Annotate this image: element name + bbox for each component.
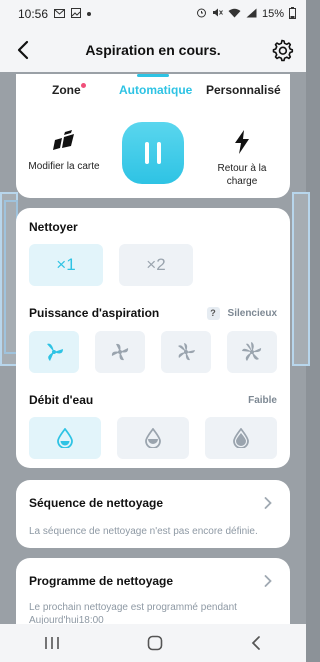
clean-heading: Nettoyer [29,220,78,234]
water-flow-value: Faible [248,395,277,406]
schedule-title: Programme de nettoyage [29,574,174,588]
suction-standard-option[interactable] [95,331,145,373]
water-drop-low-icon [57,428,73,448]
status-bar: 10:56 15% [0,0,306,28]
notification-dot-icon [87,12,92,16]
water-drop-high-icon [233,428,249,448]
system-nav-bar [0,624,306,662]
water-low-option[interactable] [29,417,101,459]
status-time: 10:56 [18,7,49,21]
suction-quiet-option[interactable] [29,331,79,373]
edit-map-button[interactable]: Modifier la carte [24,130,104,173]
back-nav-icon[interactable] [250,636,262,650]
clean-once-label: ×1 [56,255,76,274]
zone-notification-dot [81,83,86,88]
alarm-icon [196,7,207,21]
suction-max-option[interactable] [227,331,277,373]
chevron-right-icon [264,497,272,509]
battery-icon [289,6,296,22]
pause-icon [145,142,149,164]
tab-custom[interactable]: Personnalisé [206,83,281,97]
water-high-option[interactable] [205,417,277,459]
suction-heading: Puissance d'aspiration [29,306,160,320]
return-to-dock-label: Retour à la charge [217,163,267,187]
clean-twice-option[interactable]: ×2 [119,244,193,286]
page-title: Aspiration en cours. [85,42,221,58]
map-room [292,192,310,366]
water-drop-medium-icon [145,428,161,448]
suction-value: Silencieux [227,308,277,319]
home-icon[interactable] [147,635,163,651]
help-icon[interactable]: ? [206,307,220,320]
clean-once-option[interactable]: ×1 [29,244,103,286]
edit-map-label: Modifier la carte [28,161,100,172]
return-to-dock-button[interactable]: Retour à la charge [202,130,282,188]
signal-icon [246,8,257,21]
edit-map-icon [53,130,74,150]
fan-quiet-icon [47,343,63,361]
chevron-right-icon [264,575,272,587]
suction-value-group: ? Silencieux [206,307,277,320]
gallery-icon [71,7,82,21]
back-arrow-icon[interactable] [12,38,36,62]
sequence-title: Séquence de nettoyage [29,496,164,510]
mode-tabs: Zone Automatique Personnalisé [16,74,290,110]
recent-apps-icon[interactable] [44,636,60,650]
cleaning-settings-card: Nettoyer ×1 ×2 Puissance d'aspiration ? S… [16,208,290,468]
sequence-subtitle: La séquence de nettoyage n'est pas encor… [29,526,258,537]
mail-icon [54,7,66,21]
cleaning-sequence-card[interactable]: Séquence de nettoyage La séquence de net… [16,480,290,548]
settings-gear-icon[interactable] [270,38,294,62]
active-tab-indicator [137,74,169,77]
water-medium-option[interactable] [117,417,189,459]
water-flow-heading: Débit d'eau [29,393,94,407]
suction-strong-option[interactable] [161,331,211,373]
battery-percent: 15% [261,8,284,20]
tab-automatic[interactable]: Automatique [119,83,192,97]
mute-icon [212,7,223,21]
clean-twice-label: ×2 [146,255,166,274]
fan-max-icon [242,342,262,361]
app-header: Aspiration en cours. [0,28,306,72]
fan-strong-icon [178,343,195,361]
mode-card: Zone Automatique Personnalisé Modifier l… [16,74,290,198]
pause-button[interactable] [122,122,184,184]
wifi-icon [228,8,241,21]
tab-zone[interactable]: Zone [52,83,81,97]
fan-standard-icon [111,343,129,361]
lightning-icon [235,130,249,154]
